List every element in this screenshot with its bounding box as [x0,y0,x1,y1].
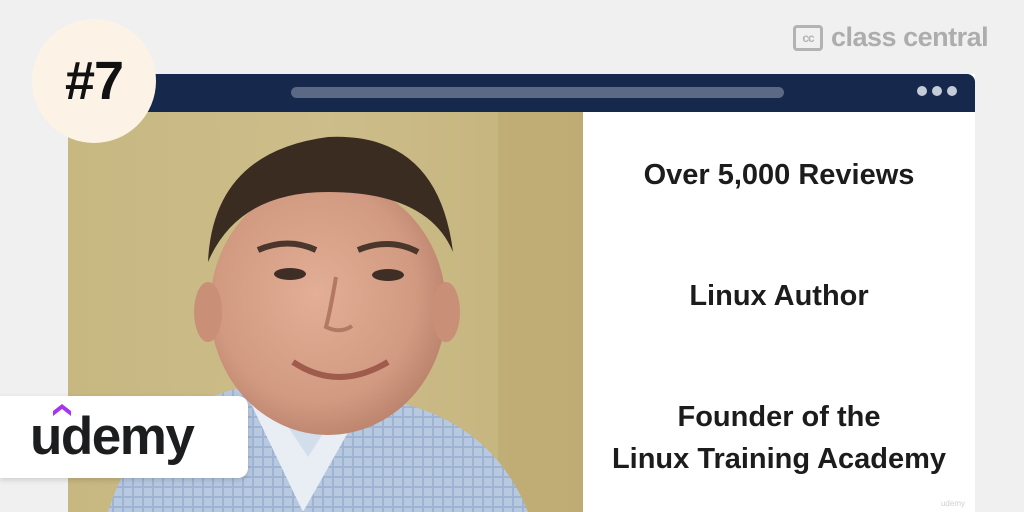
rank-number: #7 [64,51,124,111]
rank-badge: #7 [32,19,156,143]
highlight-reviews: Over 5,000 Reviews [643,159,915,191]
class-central-logo-icon: cc [793,24,823,51]
provider-card: udemy [0,396,248,478]
highlight-author: Linux Author [689,280,869,312]
brand-name: class central [831,22,989,52]
more-dots-icon[interactable] [917,86,957,96]
address-bar[interactable] [291,87,784,98]
highlights-panel: Over 5,000 Reviews Linux Author Founder … [583,112,975,512]
class-central-logo: cc class central [793,22,989,53]
watermark: udemy [940,499,965,508]
highlight-founder-line2: Linux Training Academy [611,443,947,475]
udemy-logo-icon [53,404,71,416]
highlight-founder-line1: Founder of the [677,401,881,433]
window-titlebar [68,74,975,112]
